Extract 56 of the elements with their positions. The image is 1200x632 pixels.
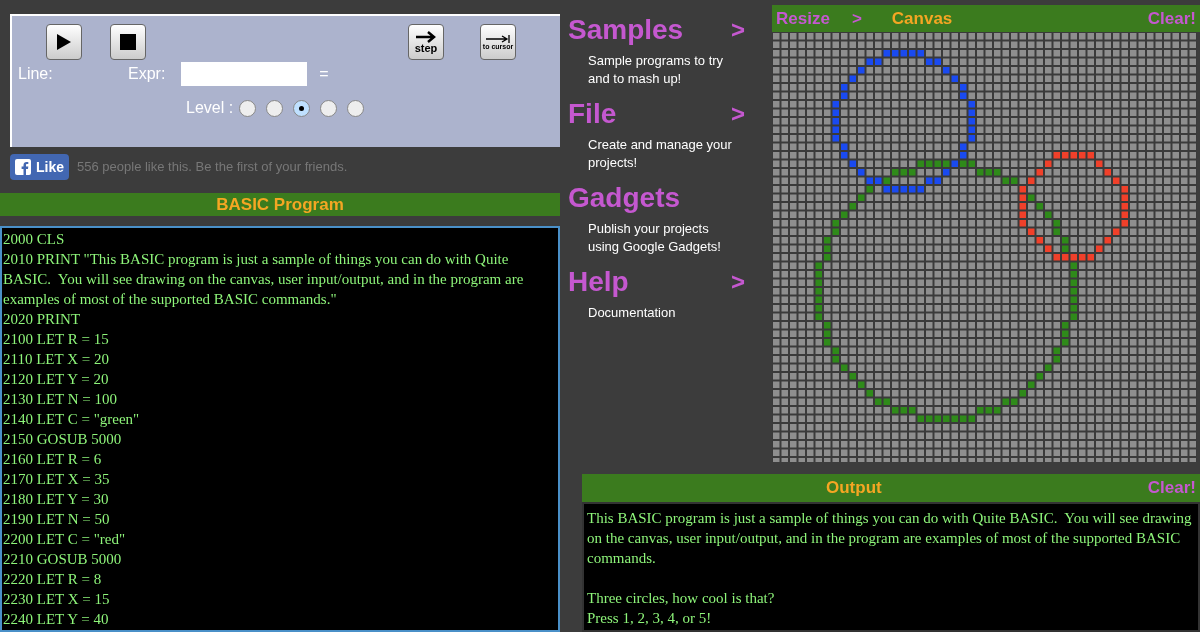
code-line: 2190 LET N = 50 <box>3 510 111 529</box>
output-line: Three circles, how cool is that? <box>587 589 776 608</box>
code-line: 2150 GOSUB 5000 <box>3 430 123 449</box>
code-line: 2220 LET R = 8 <box>3 570 103 589</box>
level-radio[interactable] <box>293 99 311 117</box>
code-line: 2020 PRINT <box>3 310 82 329</box>
expression-field[interactable] <box>181 62 308 86</box>
code-line: 2240 LET Y = 40 <box>3 610 110 629</box>
like-count-text: 556 people like this. Be the first of your friends. <box>77 158 348 177</box>
expr-label: Expr: <box>128 64 166 84</box>
output-title: Output <box>826 477 882 500</box>
level-radio[interactable] <box>320 99 338 117</box>
stop-button[interactable] <box>110 24 146 60</box>
code-line: 2200 LET C = "red" <box>3 530 127 549</box>
menu-heading[interactable]: File <box>568 98 617 130</box>
code-line: 2180 LET Y = 30 <box>3 490 110 509</box>
level-label: Level : <box>186 98 234 118</box>
menu-description: Sample programs to try and to mash up! <box>588 52 725 88</box>
program-header: BASIC Program <box>0 193 560 216</box>
code-line: 2230 LET X = 15 <box>3 590 111 609</box>
output-line: This BASIC program is just a sample of things you can do with Quite BASIC. You will see drawing on the canvas, user input/output, and in the program are examples of most of the supported BASIC commands. <box>587 509 1193 568</box>
code-line: 2120 LET Y = 20 <box>3 370 110 389</box>
menu-description: Create and manage your projects! <box>588 136 733 172</box>
code-line: 2130 LET N = 100 <box>3 390 118 409</box>
canvas-title: Canvas <box>891 7 953 30</box>
code-line: 2170 LET X = 35 <box>3 470 111 489</box>
level-radio[interactable] <box>266 99 284 117</box>
play-icon <box>56 33 72 51</box>
arrow-icon <box>415 30 437 43</box>
code-line: 2110 LET X = 20 <box>3 350 110 369</box>
code-line: 2100 LET R = 15 <box>3 330 110 349</box>
step-button[interactable]: step <box>408 24 444 60</box>
equals-sign: = <box>319 64 329 84</box>
menu-arrow[interactable]: > <box>731 98 745 130</box>
level-radio[interactable] <box>347 99 365 117</box>
run-button[interactable] <box>46 24 82 60</box>
menu-arrow[interactable]: > <box>731 14 745 46</box>
code-line: 2160 LET R = 6 <box>3 450 103 469</box>
line-label: Line: <box>18 64 54 84</box>
code-editor[interactable] <box>0 226 560 632</box>
menu-heading[interactable]: Samples <box>568 14 684 46</box>
stop-icon <box>119 33 137 51</box>
arrow-to-bar-icon <box>485 34 511 43</box>
facebook-f-icon <box>15 159 31 175</box>
menu-description: Documentation <box>588 304 677 322</box>
code-line: 2210 GOSUB 5000 <box>3 550 123 569</box>
code-line: 2000 CLS <box>3 230 66 249</box>
code-line: 2140 LET C = "green" <box>3 410 141 429</box>
menu-arrow[interactable]: > <box>731 266 745 298</box>
menu-description: Publish your projects using Google Gadgets! <box>588 220 722 256</box>
level-radio[interactable] <box>239 99 257 117</box>
like-button[interactable]: Like <box>10 154 69 180</box>
menu-heading[interactable]: Help <box>568 266 629 298</box>
menu-heading[interactable]: Gadgets <box>568 182 681 214</box>
output-line: Press 1, 2, 3, 4, or 5! <box>587 609 713 628</box>
code-line: 2010 PRINT "This BASIC program is just a sample of things you can do with Quite BASIC. You will see drawing on the canvas, user input/output, and in the program are examples of most of the supported BASIC commands." <box>3 250 525 309</box>
